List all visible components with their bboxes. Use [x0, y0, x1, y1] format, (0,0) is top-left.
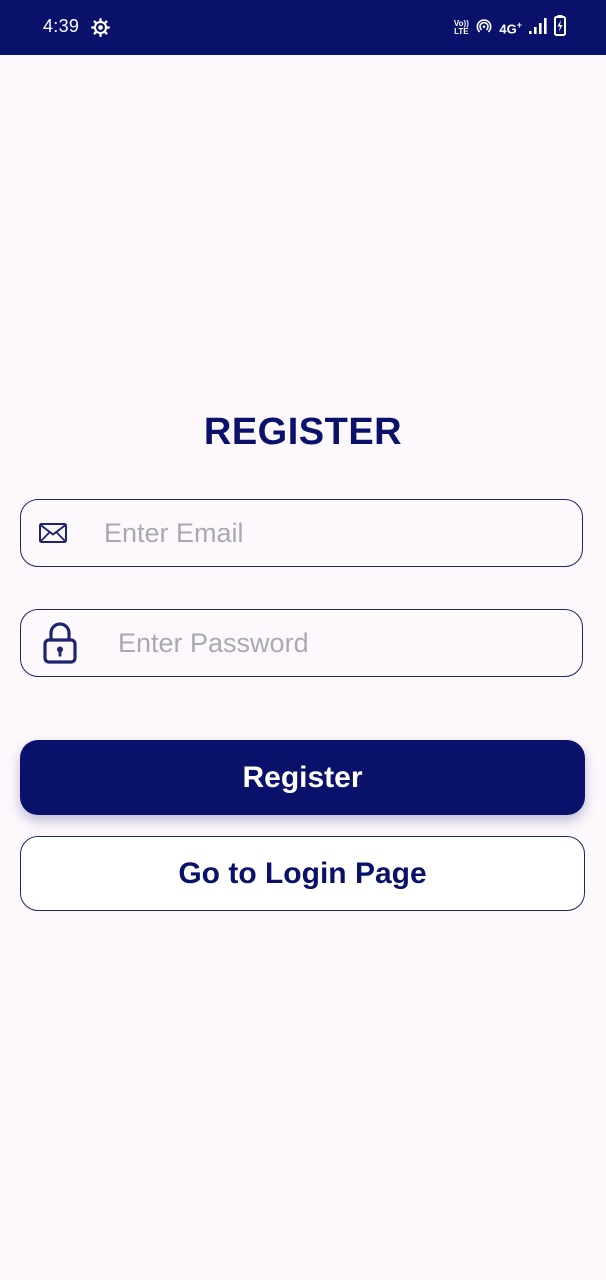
status-icons: Vo)) LTE 4G+ — [453, 15, 566, 41]
password-input[interactable] — [118, 610, 538, 676]
network-plus-label: + — [516, 19, 522, 30]
register-button[interactable]: Register — [20, 740, 585, 815]
status-time: 4:39 — [43, 16, 80, 36]
signal-icon — [529, 17, 547, 39]
volte-bottom-label: LTE — [454, 27, 469, 36]
mail-icon — [39, 523, 67, 543]
lock-icon — [43, 622, 77, 664]
page-title: REGISTER — [203, 411, 403, 453]
email-input[interactable] — [104, 500, 524, 566]
password-field[interactable] — [20, 609, 583, 677]
go-to-login-button[interactable]: Go to Login Page — [20, 836, 585, 911]
status-bar: 4:39 Vo)) LTE 4G+ — [0, 0, 606, 55]
network-type: 4G+ — [499, 20, 522, 36]
hotspot-icon — [476, 18, 492, 39]
settings-gear-icon — [91, 18, 110, 37]
network-type-label: 4G — [499, 21, 517, 37]
battery-charging-icon — [554, 15, 566, 41]
volte-indicator: Vo)) LTE — [453, 20, 469, 36]
email-field[interactable] — [20, 499, 583, 567]
